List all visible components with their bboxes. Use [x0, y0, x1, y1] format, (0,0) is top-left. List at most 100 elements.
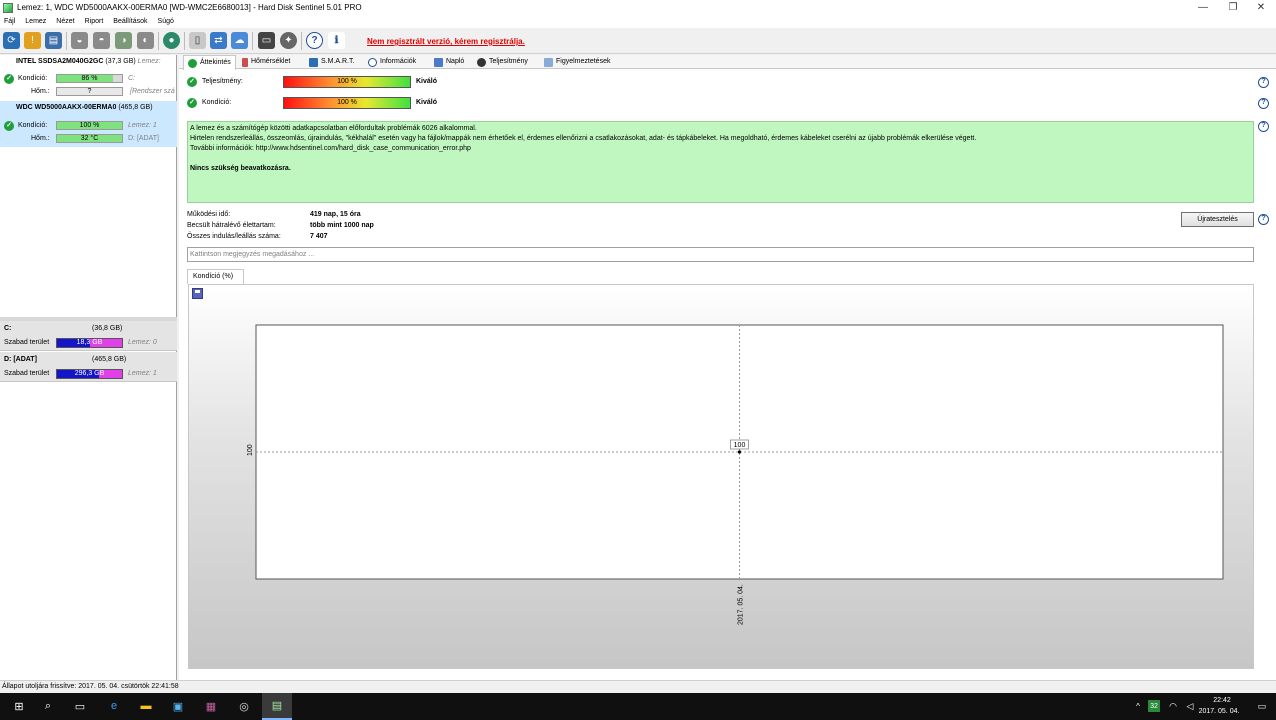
condition-extra: C:	[128, 75, 135, 82]
tab-performance[interactable]: Teljesítmény	[477, 55, 528, 69]
file-explorer-icon[interactable]: ▬	[138, 698, 154, 714]
toolbar-separator	[301, 32, 302, 50]
ok-check-icon: ✓	[4, 74, 14, 84]
disk-size: (37,3 GB)	[105, 58, 136, 65]
condition-label: Kondíció:	[18, 122, 48, 129]
ok-check-icon: ✓	[187, 98, 197, 108]
tab-label: S.M.A.R.T.	[321, 58, 355, 65]
volume-disk: Lemez: 0	[128, 339, 157, 346]
edge-browser-icon[interactable]: e	[106, 698, 122, 714]
toolbar: ⟳ ! ▤ ◒ ◓ ◑ ◐ ● ▯ ⇄ ☁ ▭ ✦ ? ℹ Nem regisz…	[0, 28, 1276, 54]
menu-report[interactable]: Riport	[85, 18, 104, 25]
refresh-icon[interactable]: ⟳	[3, 32, 20, 49]
condition-bar: 100 %	[56, 121, 123, 130]
store-icon[interactable]: ▣	[170, 698, 186, 714]
clock-date[interactable]: 2017. 05. 04.	[1196, 708, 1242, 715]
status-message-box: A lemez és a számítógép közötti adatkapc…	[187, 121, 1254, 203]
toolbar-separator	[252, 32, 253, 50]
condition-value: 86 %	[81, 75, 98, 82]
condition-chart: 2017. 05. 04. 100 100	[247, 324, 1224, 625]
volume-disk: Lemez: 1	[128, 370, 157, 377]
tab-smart[interactable]: S.M.A.R.T.	[309, 55, 354, 69]
start-windows-icon[interactable]: ⊞	[11, 698, 27, 714]
help-icon[interactable]: ?	[1258, 77, 1269, 88]
menu-help[interactable]: Súgó	[158, 18, 174, 25]
disk-tools-icon[interactable]: ◐	[137, 32, 154, 49]
tab-alerts[interactable]: Figyelmeztetések	[544, 55, 610, 69]
volume-size: (36,8 GB)	[92, 325, 123, 332]
performance-row: ✓ Teljesítmény: 100 % Kiváló	[187, 75, 1276, 89]
chevron-up-icon[interactable]: ^	[1130, 698, 1146, 714]
main-pane: Áttekintés Hőmérséklet S.M.A.R.T. Inform…	[179, 55, 1276, 680]
disk-report-icon[interactable]: ▤	[45, 32, 62, 49]
menu-settings[interactable]: Beállítások	[113, 18, 147, 25]
tray-hdsentinel-icon[interactable]: 32	[1148, 700, 1160, 712]
search-icon[interactable]: ⌕	[40, 698, 56, 714]
tab-log[interactable]: Napló	[434, 55, 464, 69]
restore-button[interactable]: ❐	[1218, 0, 1248, 15]
stat-value: 7 407	[310, 233, 328, 240]
document-icon[interactable]: ▯	[189, 32, 206, 49]
disk-name: WDC WD5000AAKX-00ERMA0	[16, 104, 117, 111]
monitor-icon[interactable]: ▭	[258, 32, 275, 49]
help-icon[interactable]: ?	[306, 32, 323, 49]
help-icon[interactable]: ?	[1258, 214, 1269, 225]
help-icon[interactable]: ?	[1258, 98, 1269, 109]
volume-item-c[interactable]: C: (36,8 GB) Szabad terület 18,3 GB Leme…	[0, 321, 177, 351]
tab-label: Áttekintés	[200, 59, 231, 66]
message-line: Hirtelen rendszerleállás, összeomlás, új…	[190, 135, 977, 142]
message-action: Nincs szükség beavatkozásra.	[190, 165, 291, 172]
task-view-icon[interactable]: ▭	[72, 698, 88, 714]
taskbar: ⊞ ⌕ ▭ e ▬ ▣ ▦ ◎ ▤ ^ 32 ◠ ◁ 22:42 2017. 0…	[0, 693, 1276, 720]
info-icon	[368, 57, 377, 67]
toolbar-separator	[158, 32, 159, 50]
settings-icon[interactable]: ✦	[280, 32, 297, 49]
wifi-icon[interactable]: ◠	[1165, 698, 1181, 714]
alert-disk-icon[interactable]: !	[24, 32, 41, 49]
menu-view[interactable]: Nézet	[56, 18, 74, 25]
free-space-value: 296,3 GB	[74, 370, 105, 377]
free-space-bar: 296,3 GB	[56, 369, 123, 379]
app-icon[interactable]: ▦	[203, 698, 219, 714]
menu-file[interactable]: Fájl	[4, 18, 15, 25]
retest-button[interactable]: Újratesztelés	[1181, 212, 1254, 227]
temp-bar: 32 °C	[56, 134, 123, 143]
app-icon[interactable]: ◎	[236, 698, 252, 714]
tab-temperature[interactable]: Hőmérséklet	[242, 55, 290, 69]
disk-item-intel[interactable]: INTEL SSDSA2M040G2GC (37,3 GB) Lemez: ✓ …	[0, 55, 177, 101]
disk-item-wdc[interactable]: WDC WD5000AAKX-00ERMA0 (465,8 GB) ✓ Kond…	[0, 101, 177, 147]
temp-value: 32 °C	[80, 135, 99, 142]
chart-tab-condition[interactable]: Kondíció (%)	[187, 269, 244, 284]
tab-information[interactable]: Információk	[368, 55, 416, 69]
tab-overview[interactable]: Áttekintés	[183, 55, 236, 70]
backup-icon[interactable]: ⇄	[210, 32, 227, 49]
performance-icon	[477, 57, 486, 67]
disk-surface-icon[interactable]: ◓	[93, 32, 110, 49]
status-bar: Állapot utoljára frissítve: 2017. 05. 04…	[0, 680, 1276, 693]
disk-label: Lemez:	[137, 58, 161, 65]
disk-test-icon[interactable]: ◒	[71, 32, 88, 49]
close-button[interactable]: ✕	[1246, 0, 1276, 15]
notification-icon[interactable]: ▭	[1254, 698, 1270, 714]
clock-time[interactable]: 22:42	[1210, 697, 1234, 704]
toolbar-separator	[66, 32, 67, 50]
hdsentinel-taskbar-icon[interactable]: ▤	[262, 693, 292, 720]
temp-value: ?	[87, 88, 92, 95]
disk-title: INTEL SSDSA2M040G2GC (37,3 GB) Lemez:	[16, 58, 161, 65]
note-input[interactable]: Kattintson megjegyzés megadásához ...	[187, 247, 1254, 262]
free-space-bar: 18,3 GB	[56, 338, 123, 348]
toolbar-separator	[184, 32, 185, 50]
network-icon[interactable]: ☁	[231, 32, 248, 49]
minimize-button[interactable]: —	[1188, 0, 1218, 15]
smart-icon	[309, 57, 318, 67]
temp-extra: [Rendszer szá	[130, 88, 175, 95]
volume-item-d[interactable]: D: [ADAT] (465,8 GB) Szabad terület 296,…	[0, 352, 177, 382]
registration-link[interactable]: Nem regisztrált verzió, kérem regisztrál…	[367, 37, 525, 46]
menu-disk[interactable]: Lemez	[25, 18, 46, 25]
help-icon[interactable]: ?	[1258, 121, 1269, 132]
globe-icon[interactable]: ●	[163, 32, 180, 49]
disk-size: (465,8 GB)	[118, 104, 153, 111]
info-icon[interactable]: ℹ	[328, 32, 345, 49]
disk-check-icon[interactable]: ◑	[115, 32, 132, 49]
title-bar: Lemez: 1, WDC WD5000AAKX-00ERMA0 [WD-WMC…	[0, 0, 1276, 15]
